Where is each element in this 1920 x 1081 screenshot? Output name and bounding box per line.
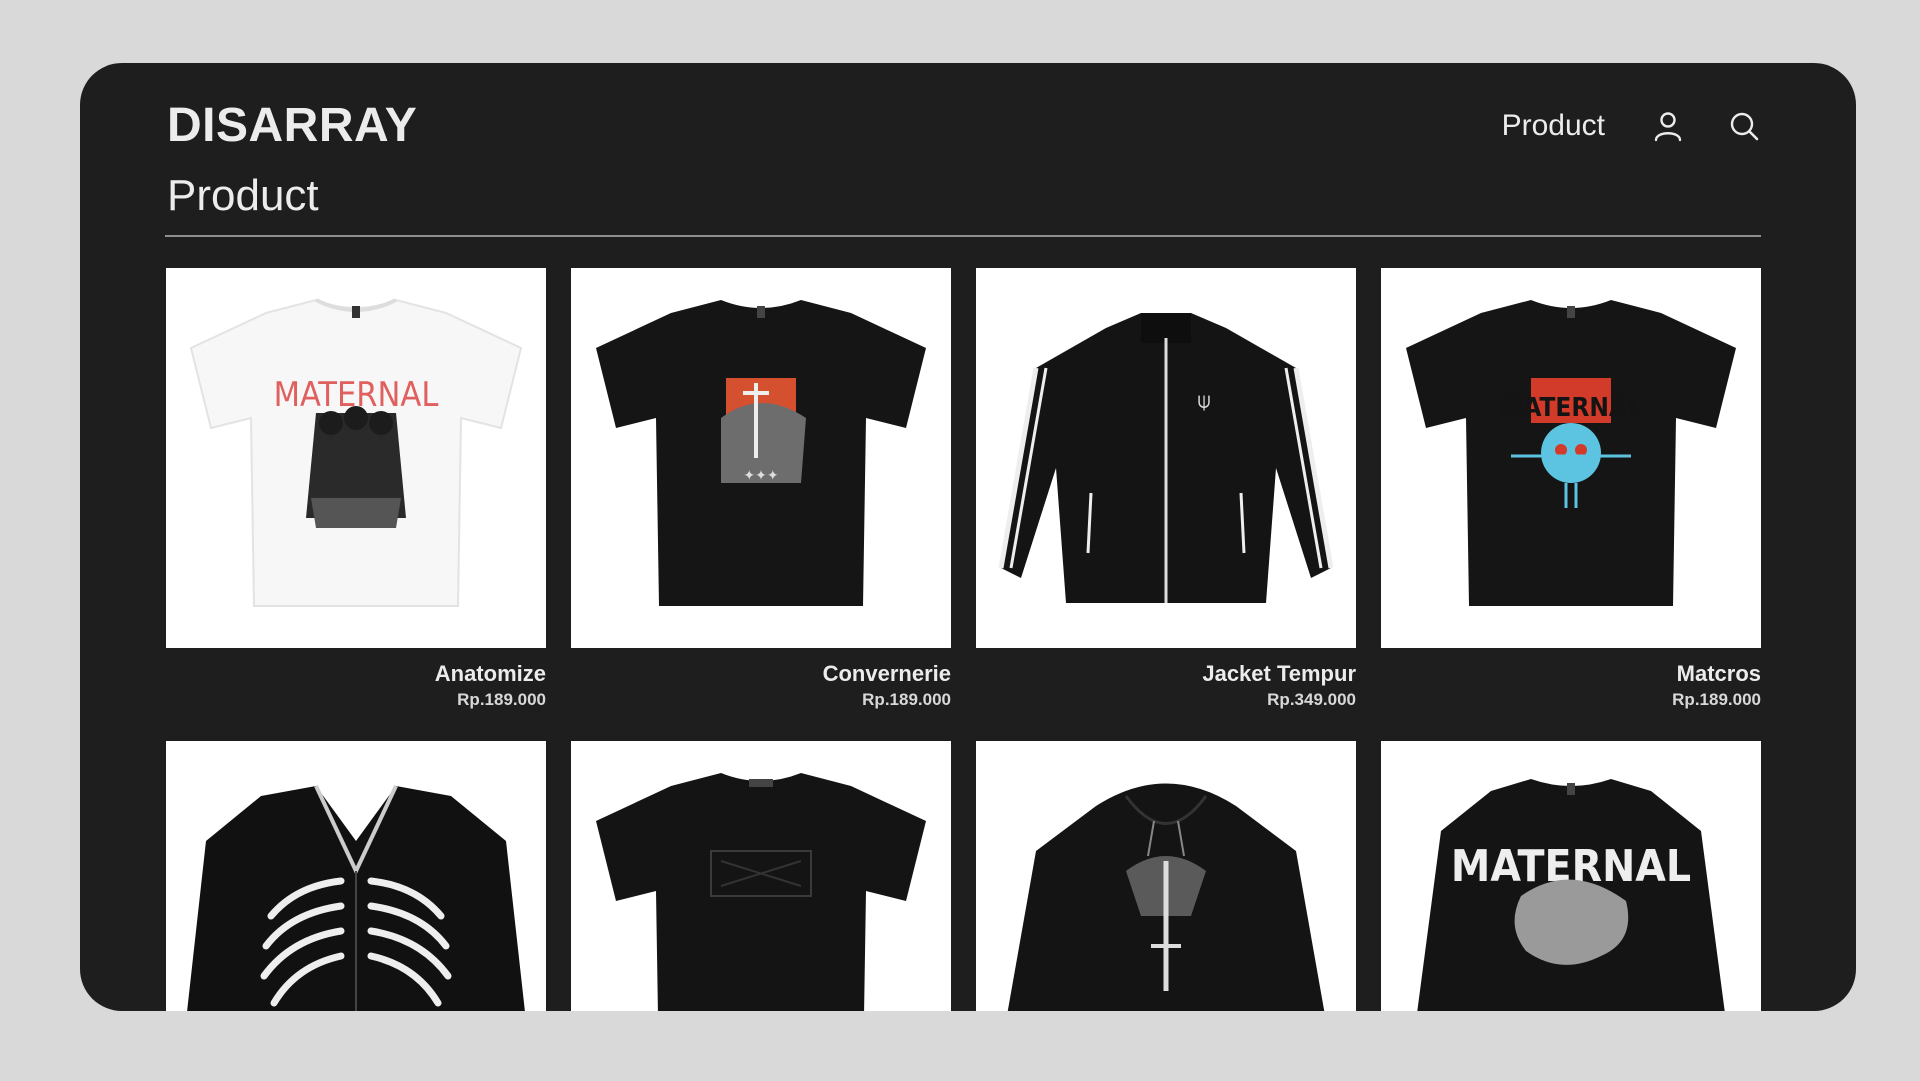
black-tshirt-image: MATERNAL: [1406, 300, 1736, 606]
black-tshirt-image: ✦✦✦: [596, 300, 926, 606]
product-image-longsleeve[interactable]: MATERNAL: [1381, 741, 1761, 1011]
white-tshirt-image: MATERNAL: [189, 298, 523, 607]
svg-text:MATERNAL: MATERNAL: [1500, 393, 1642, 423]
skeleton-cardigan-image: [187, 785, 525, 1011]
product-card-8[interactable]: MATERNAL: [1381, 741, 1761, 1011]
product-price: Rp.189.000: [457, 690, 546, 709]
product-card-jacket-tempur[interactable]: ⍦ Jacket Tempur Rp.349.000: [976, 268, 1356, 712]
nav-product-link[interactable]: Product: [1502, 95, 1605, 157]
svg-text:✦✦✦: ✦✦✦: [743, 468, 778, 484]
product-card-convernerie[interactable]: ✦✦✦ Convernerie Rp.189.000: [571, 268, 951, 712]
app-window: DISARRAY Product Product MATERNAL Anatom…: [80, 63, 1856, 1011]
svg-text:⍦: ⍦: [1197, 389, 1210, 414]
top-bar: DISARRAY Product: [167, 95, 1761, 157]
product-image-hoodie[interactable]: [976, 741, 1356, 1011]
product-card-5[interactable]: [166, 741, 546, 1011]
product-image-tshirt[interactable]: [571, 741, 951, 1011]
product-price: Rp.189.000: [862, 690, 951, 709]
product-price: Rp.349.000: [1267, 690, 1356, 709]
page-title: Product: [167, 171, 319, 220]
product-image-jacket-tempur[interactable]: ⍦: [976, 268, 1356, 648]
product-image-anatomize[interactable]: MATERNAL: [166, 268, 546, 648]
product-image-matcros[interactable]: MATERNAL: [1381, 268, 1761, 648]
product-name[interactable]: Convernerie: [571, 660, 951, 688]
product-price: Rp.189.000: [1672, 690, 1761, 709]
product-card-6[interactable]: [571, 741, 951, 1011]
title-divider: [165, 235, 1761, 237]
product-image-convernerie[interactable]: ✦✦✦: [571, 268, 951, 648]
track-jacket-image: ⍦: [998, 313, 1334, 603]
nav-bar: Product: [1502, 95, 1761, 157]
product-card-anatomize[interactable]: MATERNAL Anatomize Rp.189.000: [166, 268, 546, 712]
black-hoodie-image: [1007, 783, 1325, 1011]
product-name[interactable]: Jacket Tempur: [976, 660, 1356, 688]
brand-logo[interactable]: DISARRAY: [167, 95, 417, 157]
product-card-matcros[interactable]: MATERNAL Matcros Rp.189.000: [1381, 268, 1761, 712]
product-image-cardigan[interactable]: [166, 741, 546, 1011]
black-tshirt-image: [596, 773, 926, 1011]
product-name[interactable]: Matcros: [1381, 660, 1761, 688]
product-card-7[interactable]: [976, 741, 1356, 1011]
product-name[interactable]: Anatomize: [166, 660, 546, 688]
black-longsleeve-image: MATERNAL: [1417, 779, 1725, 1011]
user-icon[interactable]: [1651, 109, 1685, 143]
search-icon[interactable]: [1727, 109, 1761, 143]
